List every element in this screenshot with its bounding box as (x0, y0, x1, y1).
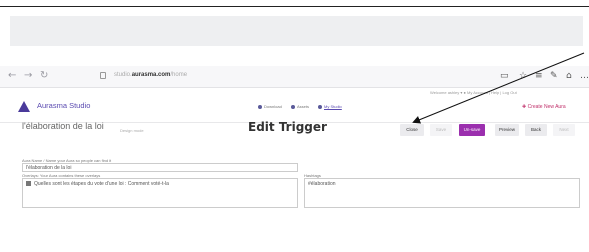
annotation-arrow (412, 52, 585, 124)
